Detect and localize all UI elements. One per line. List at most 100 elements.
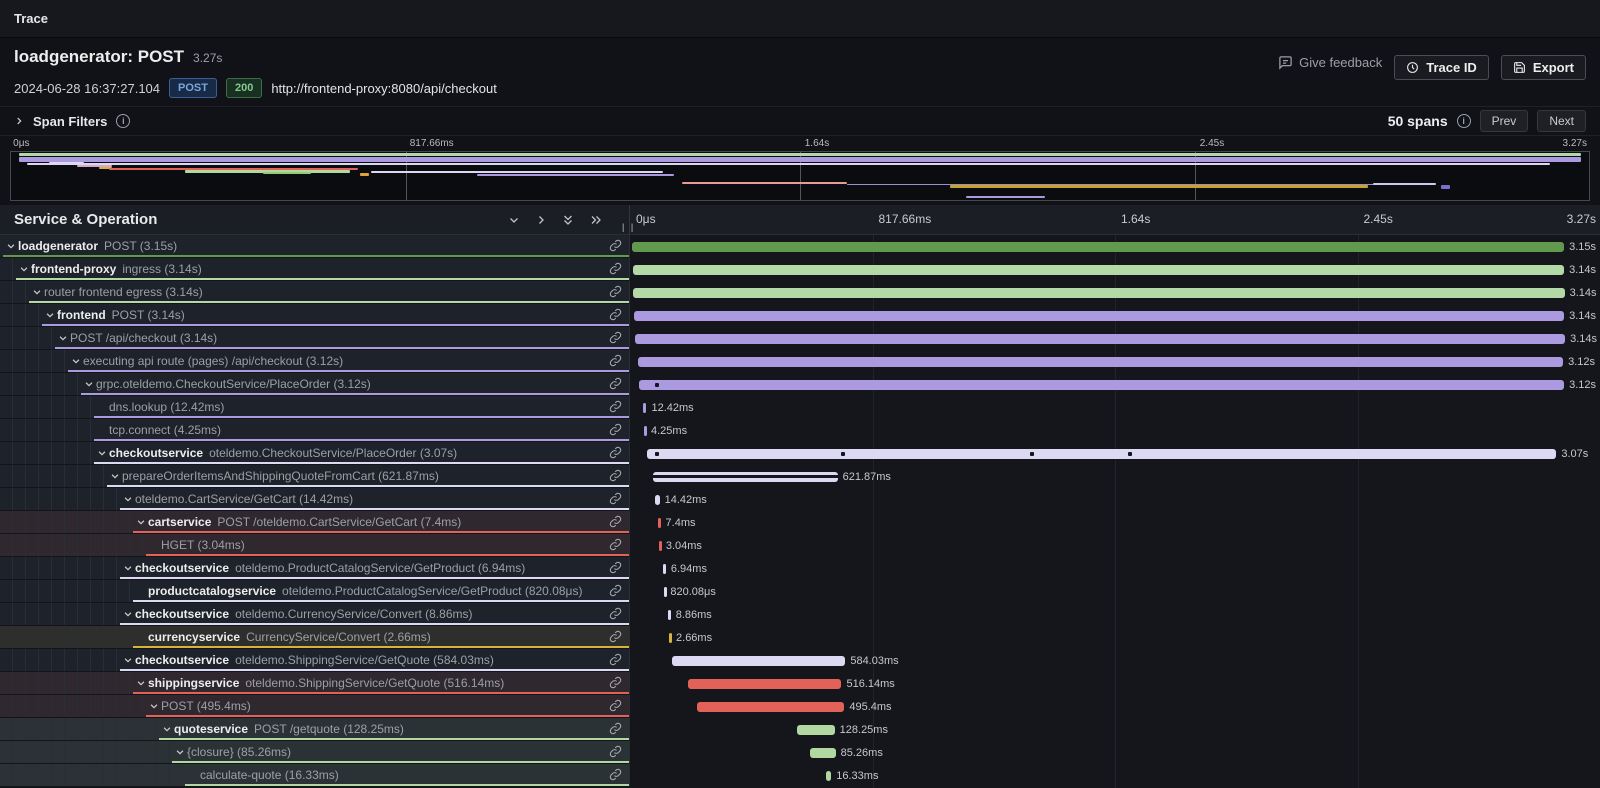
span-link-icon[interactable] xyxy=(609,538,622,551)
chevron-down-icon[interactable] xyxy=(133,678,148,688)
span-timeline-cell[interactable]: 12.42ms xyxy=(630,396,1600,419)
span-link-icon[interactable] xyxy=(609,676,622,689)
chevron-right-icon[interactable] xyxy=(535,214,547,226)
span-row[interactable]: currencyservice CurrencyService/Convert … xyxy=(0,626,1600,649)
span-timeline-cell[interactable]: 4.25ms xyxy=(630,419,1600,442)
span-row[interactable]: loadgenerator POST (3.15s) 3.15s xyxy=(0,235,1600,258)
span-row[interactable]: productcatalogservice oteldemo.ProductCa… xyxy=(0,580,1600,603)
span-name-cell[interactable]: oteldemo.CartService/GetCart (14.42ms) xyxy=(0,488,630,511)
chevron-down-icon[interactable] xyxy=(120,494,135,504)
chevron-down-icon[interactable] xyxy=(42,310,57,320)
span-name-cell[interactable]: frontend-proxy ingress (3.14s) xyxy=(0,258,630,281)
span-bar[interactable] xyxy=(643,403,647,413)
span-name-cell[interactable]: tcp.connect (4.25ms) xyxy=(0,419,630,442)
span-link-icon[interactable] xyxy=(609,722,622,735)
chevron-down-icon[interactable] xyxy=(508,214,520,226)
span-link-icon[interactable] xyxy=(609,400,622,413)
span-bar[interactable] xyxy=(638,357,1563,367)
chevron-down-icon[interactable] xyxy=(133,517,148,527)
info-icon[interactable]: i xyxy=(116,114,130,128)
span-name-cell[interactable]: loadgenerator POST (3.15s) xyxy=(0,235,630,258)
span-row[interactable]: POST (495.4ms) 495.4ms xyxy=(0,695,1600,718)
span-bar[interactable] xyxy=(633,288,1564,298)
span-row[interactable]: calculate-quote (16.33ms) 16.33ms xyxy=(0,764,1600,787)
span-bar[interactable] xyxy=(635,334,1565,344)
span-name-cell[interactable]: checkoutservice oteldemo.CheckoutService… xyxy=(0,442,630,465)
chevron-down-icon[interactable] xyxy=(120,609,135,619)
chevron-down-icon[interactable] xyxy=(120,655,135,665)
span-row[interactable]: shippingservice oteldemo.ShippingService… xyxy=(0,672,1600,695)
minimap-canvas[interactable] xyxy=(10,151,1590,201)
span-name-cell[interactable]: cartservice POST /oteldemo.CartService/G… xyxy=(0,511,630,534)
span-link-icon[interactable] xyxy=(609,630,622,643)
span-row[interactable]: checkoutservice oteldemo.ShippingService… xyxy=(0,649,1600,672)
next-span-button[interactable]: Next xyxy=(1537,110,1586,132)
span-timeline-cell[interactable]: 3.14s xyxy=(630,281,1600,304)
span-row[interactable]: executing api route (pages) /api/checkou… xyxy=(0,350,1600,373)
span-bar[interactable] xyxy=(663,564,666,574)
span-name-cell[interactable]: productcatalogservice oteldemo.ProductCa… xyxy=(0,580,630,603)
span-link-icon[interactable] xyxy=(609,354,622,367)
span-link-icon[interactable] xyxy=(609,446,622,459)
chevron-down-icon[interactable] xyxy=(107,471,122,481)
chevron-down-icon[interactable] xyxy=(68,356,83,366)
span-name-cell[interactable]: POST (495.4ms) xyxy=(0,695,630,718)
chevron-down-icon[interactable] xyxy=(94,448,109,458)
span-name-cell[interactable]: quoteservice POST /getquote (128.25ms) xyxy=(0,718,630,741)
span-link-icon[interactable] xyxy=(609,768,622,781)
span-link-icon[interactable] xyxy=(609,469,622,482)
span-link-icon[interactable] xyxy=(609,699,622,712)
span-bar[interactable] xyxy=(669,633,672,643)
span-name-cell[interactable]: shippingservice oteldemo.ShippingService… xyxy=(0,672,630,695)
span-row[interactable]: POST /api/checkout (3.14s) 3.14s xyxy=(0,327,1600,350)
double-chevron-down-icon[interactable] xyxy=(562,213,574,227)
chevron-down-icon[interactable] xyxy=(120,563,135,573)
span-link-icon[interactable] xyxy=(609,377,622,390)
span-bar[interactable] xyxy=(810,748,835,758)
span-bar[interactable] xyxy=(664,587,667,597)
chevron-down-icon[interactable] xyxy=(55,333,70,343)
span-bar[interactable] xyxy=(634,311,1564,321)
span-timeline-cell[interactable]: 516.14ms xyxy=(630,672,1600,695)
span-name-cell[interactable]: HGET (3.04ms) xyxy=(0,534,630,557)
span-bar[interactable] xyxy=(688,679,841,689)
span-row[interactable]: frontend POST (3.14s) 3.14s xyxy=(0,304,1600,327)
span-timeline-cell[interactable]: 2.66ms xyxy=(630,626,1600,649)
span-bar[interactable] xyxy=(826,771,831,781)
give-feedback-link[interactable]: Give feedback xyxy=(1278,55,1382,70)
span-row[interactable]: HGET (3.04ms) 3.04ms xyxy=(0,534,1600,557)
span-link-icon[interactable] xyxy=(609,308,622,321)
span-timeline-cell[interactable]: 3.04ms xyxy=(630,534,1600,557)
span-name-cell[interactable]: calculate-quote (16.33ms) xyxy=(0,764,630,787)
span-timeline-cell[interactable]: 3.07s xyxy=(630,442,1600,465)
span-row[interactable]: checkoutservice oteldemo.CurrencyService… xyxy=(0,603,1600,626)
span-name-cell[interactable]: prepareOrderItemsAndShippingQuoteFromCar… xyxy=(0,465,630,488)
span-link-icon[interactable] xyxy=(609,584,622,597)
span-row[interactable]: {closure} (85.26ms) 85.26ms xyxy=(0,741,1600,764)
span-name-cell[interactable]: executing api route (pages) /api/checkou… xyxy=(0,350,630,373)
span-row[interactable]: router frontend egress (3.14s) 3.14s xyxy=(0,281,1600,304)
span-name-cell[interactable]: grpc.oteldemo.CheckoutService/PlaceOrder… xyxy=(0,373,630,396)
export-button[interactable]: Export xyxy=(1501,55,1586,80)
span-bar[interactable] xyxy=(697,702,844,712)
span-bar[interactable] xyxy=(668,610,671,620)
span-bar[interactable] xyxy=(647,449,1556,459)
span-timeline-cell[interactable]: 3.14s xyxy=(630,327,1600,350)
span-row[interactable]: checkoutservice oteldemo.ProductCatalogS… xyxy=(0,557,1600,580)
span-link-icon[interactable] xyxy=(609,492,622,505)
span-timeline-cell[interactable]: 3.14s xyxy=(630,258,1600,281)
span-bar[interactable] xyxy=(653,472,837,482)
span-bar[interactable] xyxy=(659,541,662,551)
span-timeline-cell[interactable]: 7.4ms xyxy=(630,511,1600,534)
span-row[interactable]: checkoutservice oteldemo.CheckoutService… xyxy=(0,442,1600,465)
chevron-down-icon[interactable] xyxy=(3,241,18,251)
chevron-down-icon[interactable] xyxy=(81,379,96,389)
column-resize-handle[interactable]: | | xyxy=(622,222,635,232)
span-name-cell[interactable]: checkoutservice oteldemo.ShippingService… xyxy=(0,649,630,672)
span-timeline-cell[interactable]: 3.12s xyxy=(630,373,1600,396)
span-timeline-cell[interactable]: 3.14s xyxy=(630,304,1600,327)
span-bar[interactable] xyxy=(633,265,1564,275)
span-link-icon[interactable] xyxy=(609,262,622,275)
span-link-icon[interactable] xyxy=(609,331,622,344)
span-bar[interactable] xyxy=(632,242,1564,252)
